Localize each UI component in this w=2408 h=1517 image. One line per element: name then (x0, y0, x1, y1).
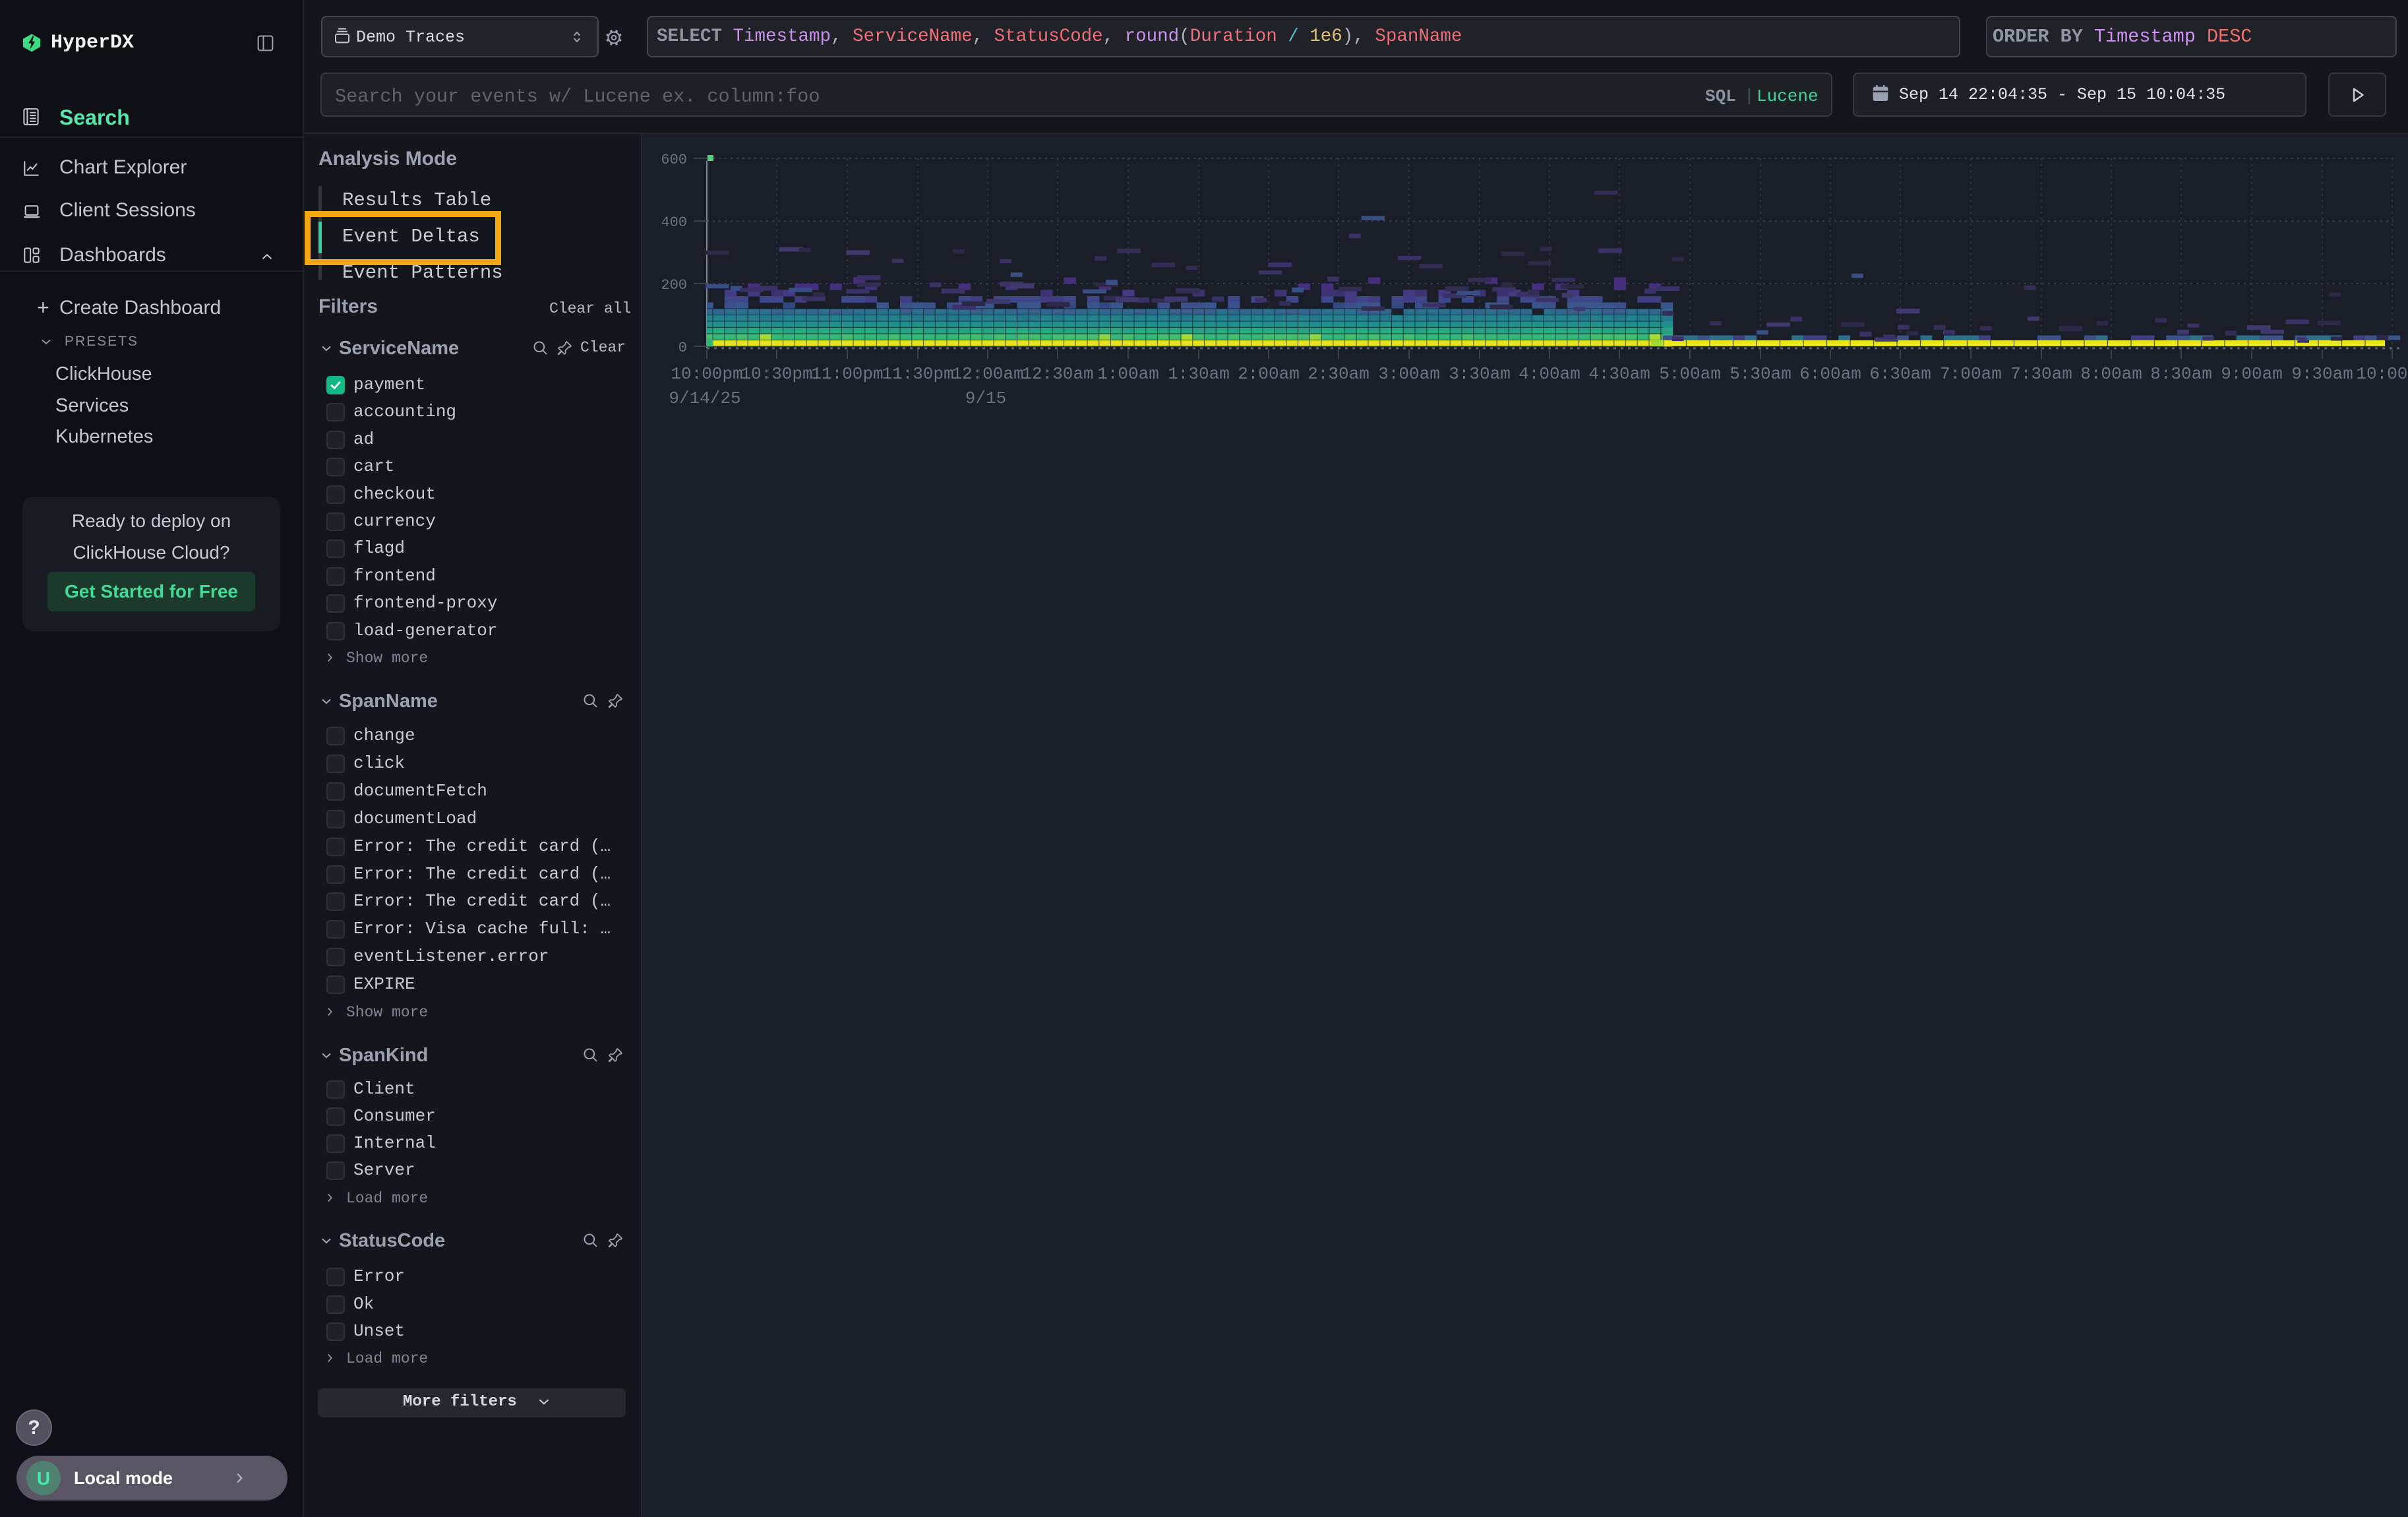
svg-text:2:00am: 2:00am (1238, 364, 1300, 384)
svg-text:3:30am: 3:30am (1449, 364, 1511, 384)
svg-text:6:00am: 6:00am (1799, 364, 1861, 384)
svg-text:2:30am: 2:30am (1308, 364, 1370, 384)
svg-text:5:00am: 5:00am (1659, 364, 1721, 384)
svg-text:7:30am: 7:30am (2010, 364, 2072, 384)
svg-text:11:00pm: 11:00pm (811, 364, 883, 384)
svg-text:9:00am: 9:00am (2221, 364, 2283, 384)
svg-text:9/14/25: 9/14/25 (669, 388, 740, 408)
svg-text:10:00am: 10:00am (2356, 364, 2408, 384)
svg-text:0: 0 (678, 340, 687, 356)
svg-text:8:30am: 8:30am (2150, 364, 2212, 384)
svg-text:400: 400 (661, 214, 687, 231)
svg-text:8:00am: 8:00am (2080, 364, 2142, 384)
svg-text:4:00am: 4:00am (1519, 364, 1580, 384)
svg-text:200: 200 (661, 277, 687, 294)
svg-text:1:30am: 1:30am (1168, 364, 1230, 384)
svg-text:11:30pm: 11:30pm (882, 364, 953, 384)
svg-text:5:30am: 5:30am (1730, 364, 1791, 384)
svg-text:10:00pm: 10:00pm (671, 364, 742, 384)
svg-text:3:00am: 3:00am (1378, 364, 1440, 384)
svg-text:12:30am: 12:30am (1021, 364, 1093, 384)
svg-text:6:30am: 6:30am (1869, 364, 1931, 384)
svg-text:4:30am: 4:30am (1588, 364, 1650, 384)
svg-text:1:00am: 1:00am (1097, 364, 1159, 384)
svg-text:10:30pm: 10:30pm (740, 364, 812, 384)
svg-text:12:00am: 12:00am (951, 364, 1023, 384)
svg-text:9/15: 9/15 (965, 388, 1006, 408)
svg-text:7:00am: 7:00am (1940, 364, 2002, 384)
svg-text:9:30am: 9:30am (2291, 364, 2353, 384)
svg-text:600: 600 (661, 152, 687, 168)
